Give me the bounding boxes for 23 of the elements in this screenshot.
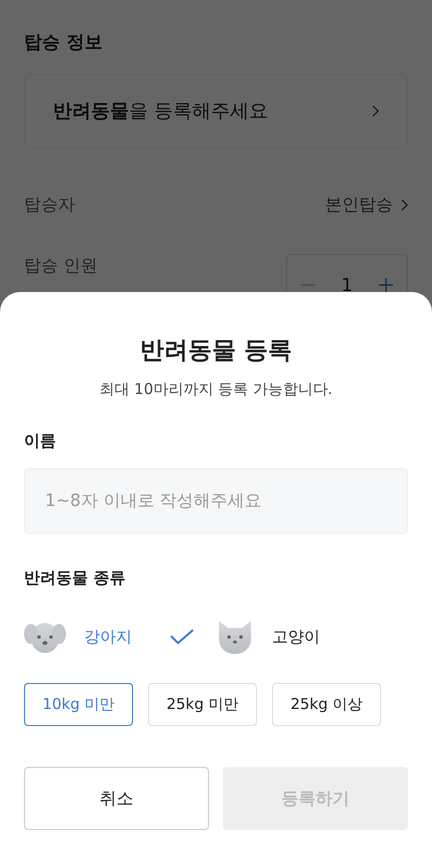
- chevron-icon: [401, 198, 408, 210]
- pet-type-option[interactable]: 고양이: [216, 619, 408, 655]
- row-label: 탑승자: [24, 194, 75, 216]
- plus-icon[interactable]: [378, 277, 394, 293]
- field-label: 반려동물 종류: [24, 568, 127, 589]
- checkmark-icon: [170, 629, 194, 645]
- weight-chip[interactable]: 10kg 미만: [24, 683, 133, 726]
- sheet-title: 반려동물 등록: [138, 335, 294, 366]
- cat-face-icon: [216, 619, 254, 655]
- section-title: 탑승 정보: [24, 31, 104, 54]
- count-value: 1: [341, 274, 353, 296]
- name-input-field[interactable]: 1~8자 이내로 작성해주세요: [24, 468, 408, 534]
- passenger-value[interactable]: 본인탑승: [325, 193, 393, 216]
- cancel-button[interactable]: 취소: [24, 767, 209, 830]
- field-label: 이름: [24, 431, 57, 452]
- sheet-subtitle: 최대 10마리까지 등록 가능합니다.: [98, 380, 334, 399]
- pet-register-card[interactable]: 반려동물을 등록해주세요: [24, 74, 408, 148]
- weight-chip[interactable]: 25kg 미만: [148, 683, 257, 726]
- row-label: 탑승 인원: [24, 255, 98, 277]
- pet-type-option[interactable]: 강아지: [24, 619, 216, 655]
- card-text: 반려동물을 등록해주세요: [53, 99, 268, 124]
- weight-chip[interactable]: 25kg 이상: [272, 683, 381, 726]
- chevron-icon: [372, 105, 379, 117]
